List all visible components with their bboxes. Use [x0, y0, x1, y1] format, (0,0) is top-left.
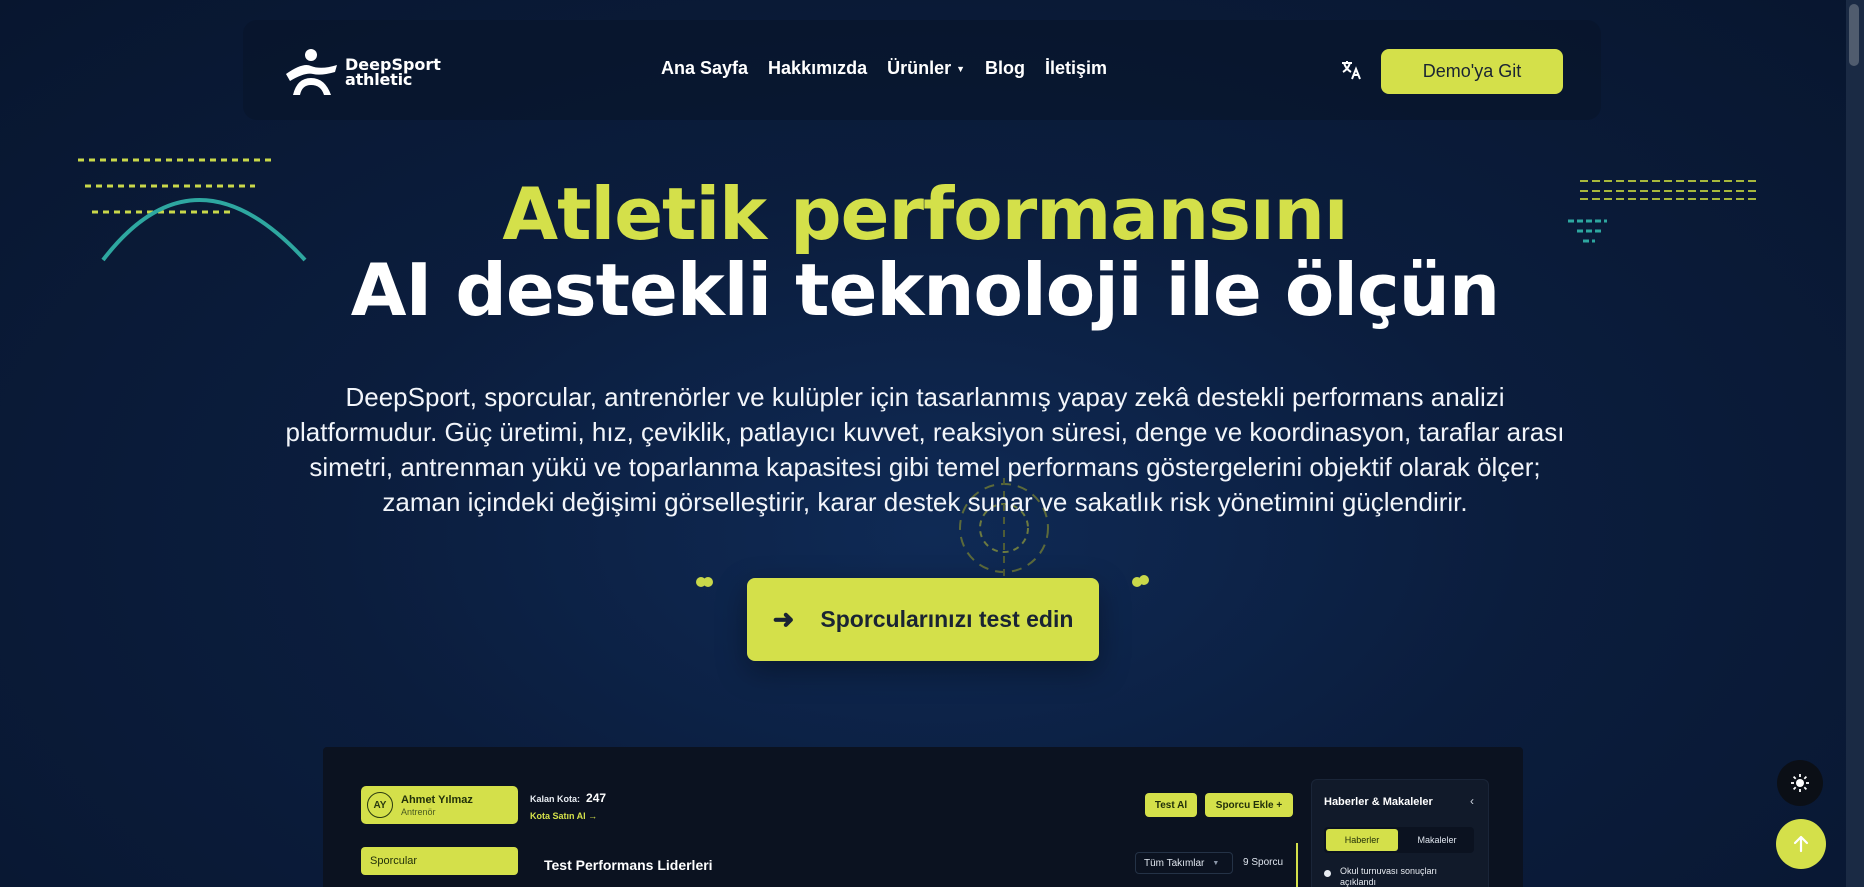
quota: Kalan Kota: 247 Kota Satın Al → [530, 789, 606, 821]
user-card[interactable]: AY Ahmet Yılmaz Antrenör [361, 786, 518, 824]
bullet-icon [1324, 870, 1331, 877]
avatar: AY [367, 792, 393, 818]
chevron-down-icon: ▼ [956, 63, 966, 74]
translate-icon[interactable] [1339, 58, 1363, 82]
arrow-right-icon: ➜ [772, 604, 795, 634]
scrollbar[interactable] [1846, 0, 1864, 887]
nav-products-label: Ürünler [887, 58, 952, 78]
nav-about[interactable]: Hakkımızda [768, 58, 867, 79]
user-name: Ahmet Yılmaz [401, 793, 473, 806]
hero-title-line1: Atletik performansını [502, 172, 1348, 256]
nav-home[interactable]: Ana Sayfa [661, 58, 748, 79]
nav-products[interactable]: Ürünler ▼ [887, 58, 965, 79]
tab-articles[interactable]: Makaleler [1402, 829, 1472, 851]
nav-blog[interactable]: Blog [985, 58, 1025, 79]
logo[interactable]: DeepSport athletic [283, 48, 441, 96]
scrollbar-thumb[interactable] [1849, 4, 1859, 66]
nav-contact[interactable]: İletişim [1045, 58, 1107, 79]
test-athletes-button[interactable]: ➜ Sporcularınızı test edin [747, 578, 1099, 661]
user-info: Ahmet Yılmaz Antrenör [401, 794, 473, 817]
sidebar-item-athletes[interactable]: Sporcular [361, 847, 518, 875]
dashboard-preview: AY Ahmet Yılmaz Antrenör Kalan Kota: 247 … [323, 747, 1523, 887]
arrow-up-icon [1793, 835, 1809, 853]
cta-label: Sporcularınızı test edin [820, 606, 1074, 632]
chevron-left-icon[interactable]: ‹ [1470, 794, 1474, 808]
user-role: Antrenör [401, 806, 436, 817]
news-item[interactable]: Okul turnuvası sonuçları açıklandı [1324, 866, 1470, 887]
chevron-down-icon: ▼ [1212, 859, 1220, 867]
navbar: DeepSport athletic Ana Sayfa Hakkımızda … [243, 20, 1601, 120]
add-athlete-button[interactable]: Sporcu Ekle + [1205, 793, 1293, 817]
hero-title-line2: AI destekli teknoloji ile ölçün [350, 248, 1500, 332]
team-select-value: Tüm Takımlar [1144, 857, 1205, 869]
tab-news[interactable]: Haberler [1326, 829, 1398, 851]
theme-toggle-button[interactable] [1777, 760, 1823, 806]
hero-description: DeepSport, sporcular, antrenörler ve kul… [285, 382, 1565, 517]
news-tabs: Haberler Makaleler [1324, 827, 1474, 853]
nav-links: Ana Sayfa Hakkımızda Ürünler ▼ Blog İleti… [661, 58, 1127, 79]
athlete-count: 9 Sporcu [1243, 857, 1284, 868]
sun-icon [1791, 774, 1809, 792]
divider [1296, 843, 1298, 887]
athlete-logo-icon [286, 49, 337, 95]
team-select[interactable]: Tüm Takımlar ▼ [1135, 852, 1233, 874]
news-panel: Haberler & Makaleler ‹ Haberler Makalele… [1311, 779, 1489, 887]
logo-line2: athletic [345, 70, 413, 89]
demo-button[interactable]: Demo'ya Git [1381, 49, 1563, 94]
news-title: Haberler & Makaleler [1324, 796, 1433, 808]
news-item-text: Okul turnuvası sonuçları açıklandı [1340, 866, 1438, 887]
leaders-title: Test Performans Liderleri [544, 857, 713, 873]
buy-quota-link[interactable]: Kota Satın Al → [530, 811, 606, 821]
quota-label: Kalan Kota: [530, 794, 581, 804]
take-test-button[interactable]: Test Al [1145, 793, 1197, 817]
quota-value: 247 [586, 791, 607, 805]
logo-text: DeepSport athletic [345, 57, 441, 89]
scroll-to-top-button[interactable] [1776, 819, 1826, 869]
